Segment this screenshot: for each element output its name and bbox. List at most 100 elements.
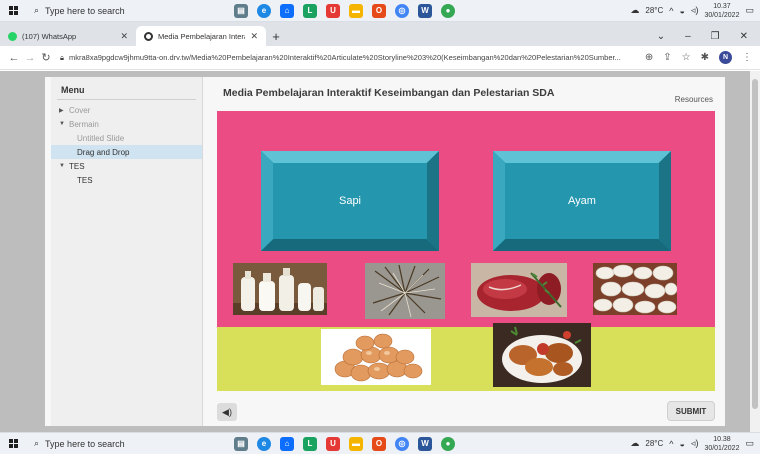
task-view-icon[interactable]: ▤	[234, 3, 248, 18]
minimize-icon[interactable]: –	[685, 31, 691, 42]
taskbar-top: ⌕ Type here to search ▤ e ⌂ L U ▬ O ◎ W …	[0, 0, 760, 22]
forward-icon[interactable]: →	[22, 52, 38, 64]
chrome-icon[interactable]: ●	[441, 436, 455, 451]
close-window-icon[interactable]: ✕	[740, 31, 748, 42]
tab-search-icon[interactable]: ⌄	[657, 31, 665, 42]
vertical-scrollbar[interactable]	[750, 71, 760, 432]
edge-icon[interactable]: e	[257, 436, 271, 451]
back-icon[interactable]: ←	[6, 52, 22, 64]
resources-button[interactable]: Resources	[675, 95, 713, 104]
task-view-icon[interactable]: ▤	[234, 436, 248, 451]
menu-item-drag-and-drop[interactable]: Drag and Drop	[51, 145, 202, 159]
app-l-icon[interactable]: L	[303, 3, 317, 18]
clock[interactable]: 10.38 30/01/2022	[704, 435, 739, 453]
store-icon[interactable]: ⌂	[280, 436, 294, 451]
taskbar-apps: ▤ e ⌂ L U ▬ O ◎ W ●	[234, 436, 455, 451]
weather-temp: 28°C	[645, 439, 664, 448]
menu-item-bermain[interactable]: ▼ Bermain	[51, 117, 202, 131]
close-icon[interactable]: ✕	[250, 31, 258, 42]
menu-item-tes-section[interactable]: ▼ TES	[51, 159, 202, 173]
drag-item-hay[interactable]	[365, 263, 445, 319]
drag-item-beef[interactable]	[471, 263, 567, 317]
close-icon[interactable]: ✕	[120, 31, 128, 42]
tab-whatsapp[interactable]: (107) WhatsApp ✕	[0, 26, 136, 46]
edge-icon[interactable]: e	[257, 3, 271, 18]
word-icon[interactable]: W	[418, 436, 432, 451]
beef-image	[471, 263, 567, 317]
rice-image	[593, 263, 677, 315]
menu-item-tes[interactable]: TES	[51, 173, 202, 187]
scrollbar-thumb[interactable]	[752, 79, 758, 409]
chrome-icon[interactable]: ●	[441, 3, 455, 18]
globe-icon[interactable]: ◎	[395, 3, 409, 18]
folder-icon[interactable]: ▬	[349, 3, 363, 18]
slide-title: Media Pembelajaran Interaktif Keseimbang…	[223, 87, 555, 99]
chevron-up-icon[interactable]: ^	[669, 439, 673, 449]
taskbar-search[interactable]: ⌕ Type here to search	[26, 433, 196, 454]
share-icon[interactable]: ⇪	[663, 52, 671, 63]
menu-kebab-icon[interactable]: ⋮	[742, 52, 752, 63]
player-footer: ◀︎) SUBMIT	[217, 399, 715, 423]
zoom-icon[interactable]: ⊕	[645, 52, 653, 63]
profile-avatar[interactable]: N	[719, 51, 732, 64]
url-field[interactable]: 🔒︎ mkra8xa9pgdcw9jhmu9tta-on.drv.tw/Medi…	[60, 53, 639, 63]
clock-time: 10.38	[713, 435, 731, 443]
drop-target-label: Ayam	[505, 163, 659, 239]
volume-icon[interactable]: ◃)	[691, 438, 699, 449]
tab-media-pembelajaran[interactable]: Media Pembelajaran Interaktif Ke ✕	[136, 26, 266, 46]
star-icon[interactable]: ☆	[682, 52, 691, 63]
storyline-player: Menu ▶ Cover ▼ Bermain Untitled Slide Dr…	[45, 77, 725, 426]
notification-icon[interactable]: ▭	[745, 5, 754, 16]
folder-icon[interactable]: ▬	[349, 436, 363, 451]
menu-item-label: Cover	[69, 105, 91, 115]
reload-icon[interactable]: ↻	[38, 51, 54, 64]
drag-item-chicken[interactable]	[493, 323, 591, 387]
windows-start-icon[interactable]	[0, 433, 26, 454]
drop-target-sapi[interactable]: Sapi	[261, 151, 439, 251]
restore-icon[interactable]: ❐	[711, 31, 720, 42]
taskbar-search[interactable]: ⌕ Type here to search	[26, 0, 196, 22]
weather-icon: ☁	[630, 5, 640, 15]
weather-icon: ☁	[630, 438, 640, 448]
volume-icon[interactable]: ◃)	[691, 5, 699, 16]
volume-icon: ◀︎)	[222, 406, 232, 417]
menu-item-untitled-slide[interactable]: Untitled Slide	[51, 131, 202, 145]
chicken-image	[493, 323, 591, 387]
url-text: mkra8xa9pgdcw9jhmu9tta-on.drv.tw/Media%2…	[69, 53, 621, 62]
clock[interactable]: 10.37 30/01/2022	[704, 2, 739, 20]
network-icon[interactable]: ◒	[679, 439, 684, 449]
word-icon[interactable]: W	[418, 3, 432, 18]
office-icon[interactable]: O	[372, 436, 386, 451]
lock-icon: 🔒︎	[60, 52, 64, 62]
drag-item-rice[interactable]	[593, 263, 677, 315]
globe-icon[interactable]: ◎	[395, 436, 409, 451]
app-l-icon[interactable]: L	[303, 436, 317, 451]
drop-target-ayam[interactable]: Ayam	[493, 151, 671, 251]
taskbar-search-placeholder: Type here to search	[45, 438, 125, 449]
player-menu: Menu ▶ Cover ▼ Bermain Untitled Slide Dr…	[51, 77, 203, 426]
taskbar-search-placeholder: Type here to search	[45, 5, 125, 16]
app-u-icon[interactable]: U	[326, 436, 340, 451]
clock-date: 30/01/2022	[704, 444, 740, 452]
store-icon[interactable]: ⌂	[280, 3, 294, 18]
chevron-up-icon[interactable]: ^	[669, 6, 673, 16]
network-icon[interactable]: ◒	[679, 6, 684, 16]
submit-button[interactable]: SUBMIT	[667, 401, 715, 421]
office-icon[interactable]: O	[372, 3, 386, 18]
menu-item-cover[interactable]: ▶ Cover	[51, 103, 202, 117]
menu-divider	[57, 99, 196, 100]
app-u-icon[interactable]: U	[326, 3, 340, 18]
search-icon: ⌕	[34, 5, 40, 15]
new-tab-button[interactable]: +	[266, 26, 286, 46]
drag-item-eggs[interactable]	[321, 329, 431, 385]
notification-icon[interactable]: ▭	[745, 438, 754, 449]
extensions-icon[interactable]: ✱	[701, 52, 709, 63]
menu-item-label: Drag and Drop	[77, 147, 130, 157]
volume-button[interactable]: ◀︎)	[217, 403, 237, 421]
site-icon	[144, 31, 153, 41]
drag-item-milk[interactable]	[233, 263, 327, 315]
windows-start-icon[interactable]	[0, 0, 26, 22]
browser-tabstrip: (107) WhatsApp ✕ Media Pembelajaran Inte…	[0, 22, 760, 46]
hay-image	[365, 263, 445, 319]
window-controls: ⌄ – ❐ ✕	[657, 26, 760, 46]
